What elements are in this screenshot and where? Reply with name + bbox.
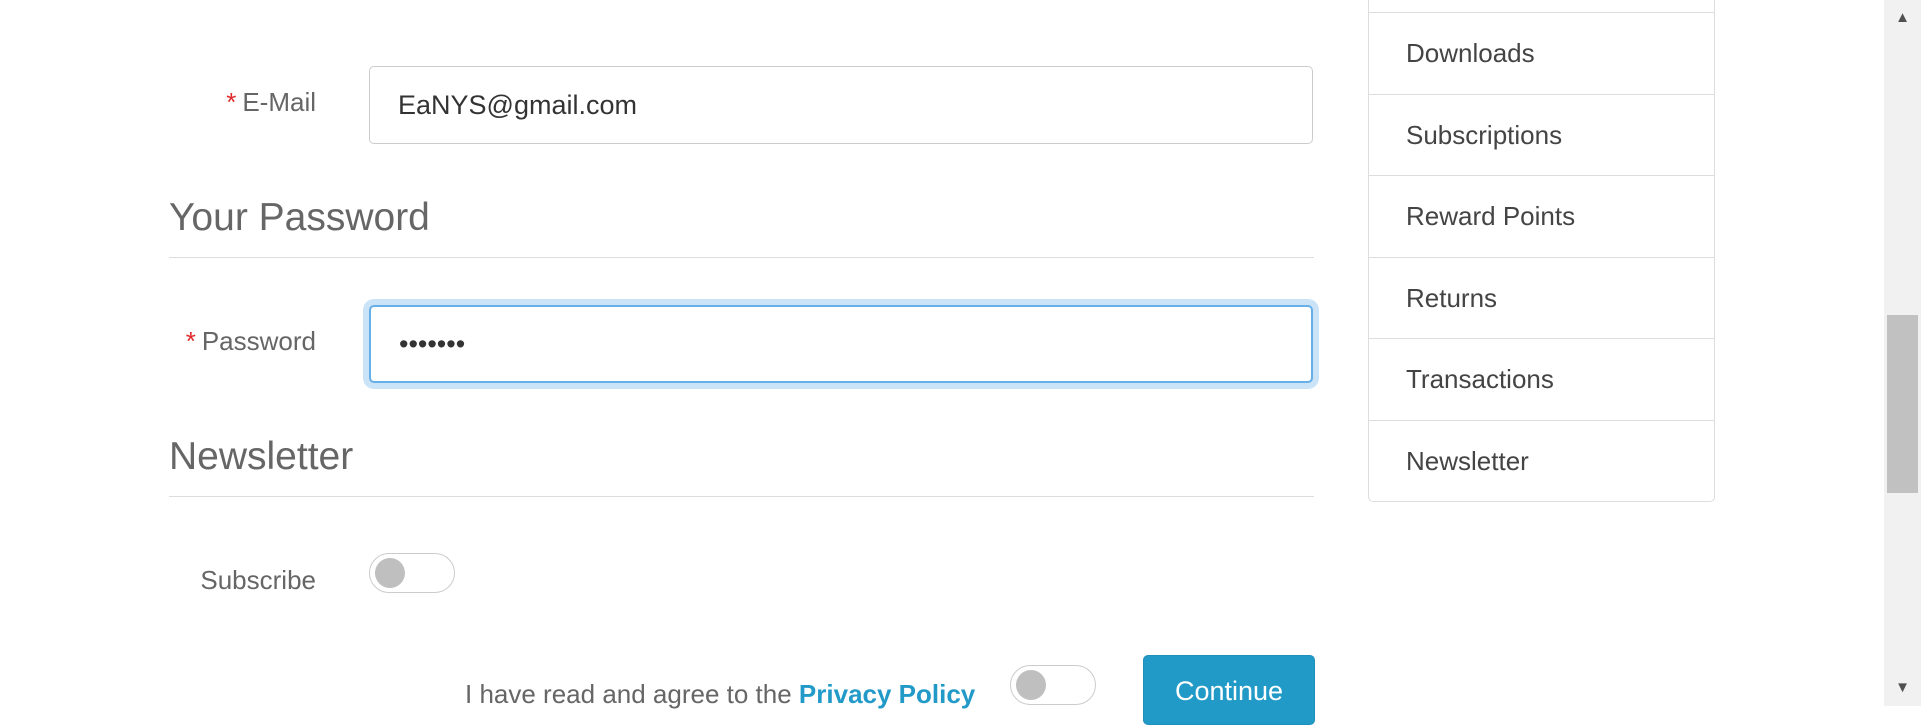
toggle-knob: [375, 558, 405, 588]
newsletter-section-title: Newsletter: [169, 435, 354, 478]
scroll-up-icon[interactable]: ▲: [1884, 0, 1921, 36]
toggle-knob: [1016, 670, 1046, 700]
scroll-down-icon[interactable]: ▼: [1884, 670, 1921, 706]
email-input[interactable]: [369, 66, 1313, 144]
privacy-agree-text: I have read and agree to the Privacy Pol…: [465, 679, 975, 710]
email-label-text: E-Mail: [242, 87, 316, 117]
sidebar-item-newsletter[interactable]: Newsletter: [1369, 419, 1714, 502]
sidebar-item-subscriptions[interactable]: Subscriptions: [1369, 93, 1714, 176]
agree-text: I have read and agree to the: [465, 679, 799, 709]
required-mark: *: [185, 326, 196, 356]
privacy-policy-link[interactable]: Privacy Policy: [799, 679, 975, 709]
sidebar-item-downloads[interactable]: Downloads: [1369, 12, 1714, 94]
password-label: * Password: [166, 326, 316, 357]
password-input[interactable]: [369, 305, 1313, 383]
password-label-text: Password: [201, 326, 316, 356]
sidebar-item-previous[interactable]: [1369, 0, 1714, 12]
sidebar-item-returns[interactable]: Returns: [1369, 256, 1714, 339]
subscribe-label: Subscribe: [200, 565, 316, 595]
section-divider: [169, 257, 1314, 258]
subscribe-toggle[interactable]: [369, 553, 455, 593]
section-divider: [169, 496, 1314, 497]
password-section-title: Your Password: [169, 196, 430, 239]
continue-button[interactable]: Continue: [1143, 655, 1315, 725]
sidebar-item-reward-points[interactable]: Reward Points: [1369, 175, 1714, 257]
sidebar-item-transactions[interactable]: Transactions: [1369, 338, 1714, 420]
privacy-agree-toggle[interactable]: [1010, 665, 1096, 705]
required-mark: *: [226, 87, 237, 117]
email-label: * E-Mail: [166, 87, 316, 118]
account-sidebar: Downloads Subscriptions Reward Points Re…: [1368, 0, 1715, 502]
scroll-thumb[interactable]: [1887, 315, 1918, 493]
page-scrollbar[interactable]: ▲ ▼: [1884, 0, 1921, 706]
